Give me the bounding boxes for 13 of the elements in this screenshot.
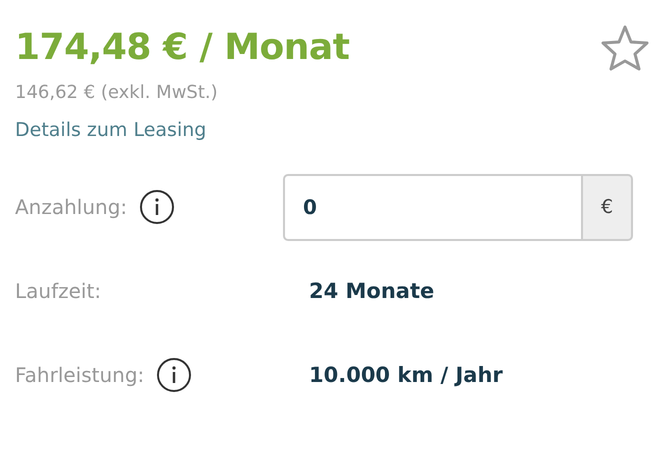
info-icon[interactable] (156, 357, 192, 393)
field-label: Laufzeit: (15, 279, 102, 303)
field-label: Anzahlung: (15, 195, 128, 219)
field-label: Fahrleistung: (15, 363, 144, 387)
leasing-details-link[interactable]: Details zum Leasing (15, 119, 206, 141)
field-value: 24 Monate (308, 279, 434, 303)
currency-unit: € (581, 174, 633, 240)
down-payment-input[interactable]: 0 (283, 174, 581, 240)
monthly-price: 174,48 € / Monat (15, 26, 350, 70)
net-price: 146,62 € (exkl. MwSt.) (15, 82, 219, 103)
star-icon[interactable] (600, 24, 650, 72)
field-value: 10.000 km / Jahr (308, 363, 503, 387)
info-icon[interactable] (139, 189, 176, 225)
